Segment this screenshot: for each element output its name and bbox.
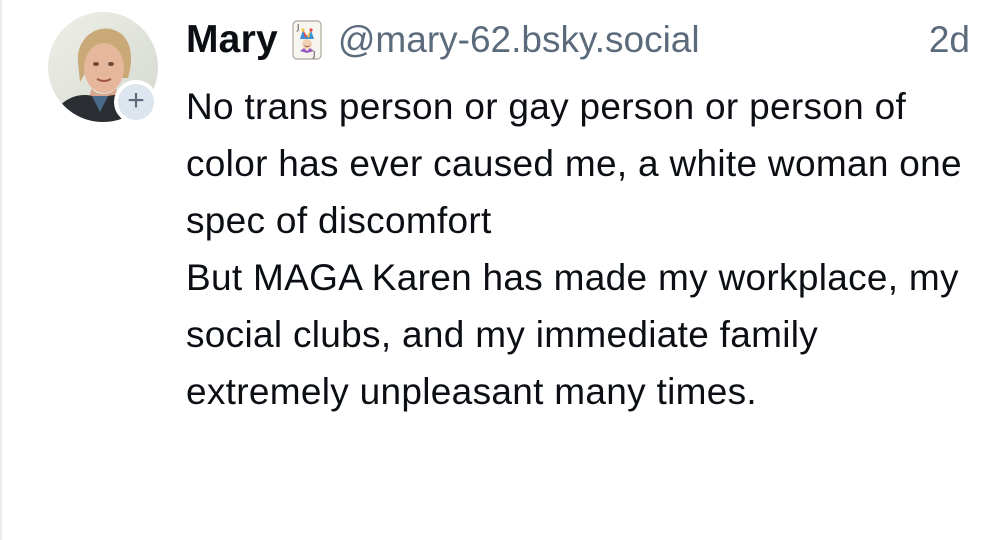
post-paragraph-2: But MAGA Karen has made my workplace, my…: [186, 257, 959, 412]
post-card[interactable]: + Mary J J @mary-62.bsky.social 2d No tr…: [0, 0, 1000, 540]
post-text: No trans person or gay person or person …: [186, 78, 966, 420]
joker-playing-card-icon: J J: [292, 20, 322, 60]
post-paragraph-1: No trans person or gay person or person …: [186, 86, 962, 241]
plus-icon: +: [127, 83, 145, 117]
follow-plus-button[interactable]: +: [114, 80, 158, 124]
author-display-name[interactable]: Mary: [186, 18, 278, 62]
thread-divider: [0, 0, 2, 540]
svg-text:J: J: [296, 23, 299, 32]
author-handle[interactable]: @mary-62.bsky.social: [338, 19, 700, 61]
post-header: Mary J J @mary-62.bsky.social 2d: [186, 14, 970, 66]
post-timestamp[interactable]: 2d: [929, 19, 970, 61]
avatar-container[interactable]: +: [48, 12, 158, 124]
